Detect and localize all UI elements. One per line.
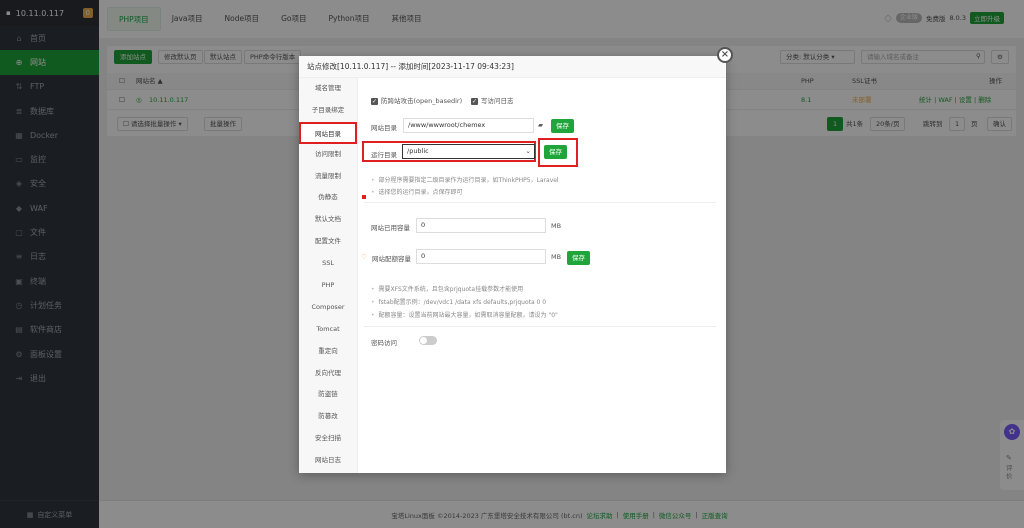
used-capacity-input: 0 xyxy=(416,218,546,233)
tip-line: 配额容量：设置当前网站最大容量，如需取消容量配额，请设为 "0" xyxy=(371,310,558,319)
dialog-nav-item-15[interactable]: 防篡改 xyxy=(299,406,357,428)
run-dir-save-button[interactable]: 保存 xyxy=(544,145,567,159)
dialog-nav-item-12[interactable]: 重定向 xyxy=(299,341,357,363)
site-dir-input[interactable]: /www/wwwroot/chemex xyxy=(403,118,534,133)
tip-line: 部分程序需要指定二级目录作为运行目录，如ThinkPHP5，Laravel xyxy=(371,175,559,184)
dialog-nav-item-9[interactable]: PHP xyxy=(299,275,357,297)
quota-capacity-label: 网站配额容量 xyxy=(372,255,411,263)
dialog-nav-item-5[interactable]: 伪静态 xyxy=(299,187,357,209)
dialog-nav-item-4[interactable]: 流量限制 xyxy=(299,166,357,188)
check-icon: ✓ xyxy=(471,97,478,105)
close-icon[interactable]: × xyxy=(717,47,733,63)
used-capacity-unit: MB xyxy=(551,222,562,230)
run-dir-select[interactable]: /public ⌄ xyxy=(402,144,535,159)
anti-xss-checkbox[interactable]: ✓ 防跨站攻击(open_basedir) xyxy=(371,95,462,105)
tip-line: fstab配置示例：/dev/vdc1 /data xfs defaults,p… xyxy=(371,297,547,306)
dialog-nav-item-16[interactable]: 安全扫描 xyxy=(299,428,357,450)
site-dir-label: 网站目录 xyxy=(371,124,397,132)
quota-capacity-input[interactable]: 0 xyxy=(416,249,546,264)
dialog-nav-item-13[interactable]: 反向代理 xyxy=(299,363,357,385)
dialog-title: 站点修改[10.11.0.117] -- 添加时间[2023-11-17 09:… xyxy=(299,56,726,78)
site-edit-dialog: 站点修改[10.11.0.117] -- 添加时间[2023-11-17 09:… xyxy=(299,56,726,473)
check-icon: ✓ xyxy=(371,97,378,105)
dialog-nav-item-10[interactable]: Composer xyxy=(299,297,357,319)
password-access-toggle[interactable] xyxy=(419,336,437,345)
quota-save-button[interactable]: 保存 xyxy=(567,251,590,265)
used-capacity-label: 网站已用容量 xyxy=(371,224,410,232)
dialog-nav: 域名管理 子目录绑定 网站目录 访问限制 流量限制 伪静态 默认文档 配置文件 SSL PHP Co… xyxy=(299,78,358,473)
dialog-nav-item-0[interactable]: 域名管理 xyxy=(299,78,357,100)
tip-line: 需要XFS文件系统，且包含prjquota挂载参数才能使用 xyxy=(371,284,524,293)
dialog-nav-item-6[interactable]: 默认文档 xyxy=(299,209,357,231)
divider xyxy=(364,326,716,327)
dialog-nav-item-3[interactable]: 访问限制 xyxy=(299,144,357,166)
dialog-nav-item-14[interactable]: 防盗链 xyxy=(299,384,357,406)
folder-icon[interactable]: ▰ xyxy=(538,121,543,129)
chevron-down-icon: ⌄ xyxy=(525,147,531,155)
password-access-label: 密码访问 xyxy=(371,339,397,347)
diamond-icon: ♡ xyxy=(361,253,367,261)
dialog-body: ✓ 防跨站攻击(open_basedir) ✓ 写访问日志 网站目录 /www/ww… xyxy=(358,78,726,473)
site-dir-save-button[interactable]: 保存 xyxy=(551,119,574,133)
dialog-nav-item-2[interactable]: 网站目录 xyxy=(299,121,357,144)
dialog-nav-item-7[interactable]: 配置文件 xyxy=(299,231,357,253)
run-dir-label: 运行目录 xyxy=(371,151,397,159)
divider xyxy=(364,202,716,203)
tip-line: 选择您的运行目录，点保存即可 xyxy=(371,187,463,196)
dialog-nav-item-17[interactable]: 网站日志 xyxy=(299,450,357,472)
dialog-nav-item-8[interactable]: SSL xyxy=(299,253,357,275)
quota-capacity-unit: MB xyxy=(551,253,562,261)
write-log-checkbox[interactable]: ✓ 写访问日志 xyxy=(471,95,514,105)
dialog-nav-item-1[interactable]: 子目录绑定 xyxy=(299,100,357,122)
dialog-nav-item-11[interactable]: Tomcat xyxy=(299,319,357,341)
